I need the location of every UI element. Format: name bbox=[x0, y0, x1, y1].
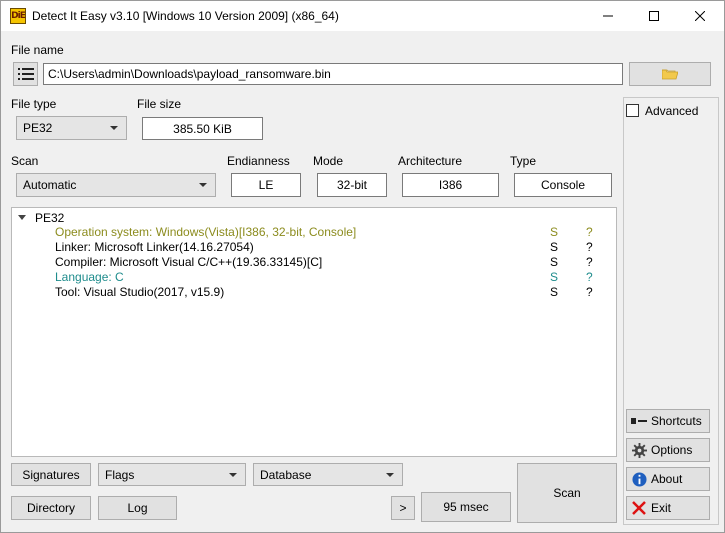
results-tree[interactable]: PE32 Operation system: Windows(Vista)[I3… bbox=[11, 207, 617, 457]
database-select[interactable]: Database bbox=[253, 463, 403, 486]
result-row[interactable]: Operation system: Windows(Vista)[I386, 3… bbox=[55, 225, 615, 240]
type-label: Type bbox=[510, 154, 537, 168]
list-menu-icon bbox=[17, 68, 34, 80]
chevron-down-icon bbox=[386, 472, 394, 477]
result-info-flag: ? bbox=[586, 240, 593, 254]
folder-icon bbox=[662, 69, 678, 80]
close-window-button[interactable] bbox=[677, 1, 723, 31]
shortcuts-icon bbox=[631, 413, 647, 429]
file-type-label: File type bbox=[11, 97, 57, 111]
advanced-label[interactable]: Advanced bbox=[645, 104, 698, 118]
log-button[interactable]: Log bbox=[98, 496, 177, 520]
architecture-label: Architecture bbox=[398, 154, 463, 168]
info-icon bbox=[631, 471, 647, 487]
result-row[interactable]: Linker: Microsoft Linker(14.16.27054) S … bbox=[55, 240, 615, 255]
result-row[interactable]: Compiler: Microsoft Visual C/C++(19.36.3… bbox=[55, 255, 615, 270]
about-button[interactable]: About bbox=[626, 467, 710, 491]
flags-value: Flags bbox=[105, 467, 135, 482]
result-signature-flag: S bbox=[550, 255, 559, 269]
chevron-down-icon bbox=[110, 126, 118, 130]
about-label: About bbox=[651, 472, 683, 486]
directory-button[interactable]: Directory bbox=[11, 496, 91, 520]
result-name: Language: C bbox=[55, 270, 124, 284]
shortcuts-label: Shortcuts bbox=[651, 414, 702, 428]
result-row[interactable]: Tool: Visual Studio(2017, v15.9) S ? bbox=[55, 285, 615, 300]
result-name: Tool: Visual Studio(2017, v15.9) bbox=[55, 285, 225, 299]
signatures-button[interactable]: Signatures bbox=[11, 463, 91, 486]
file-name-label: File name bbox=[11, 43, 64, 57]
minimize-icon bbox=[603, 15, 613, 17]
open-file-button[interactable] bbox=[629, 62, 711, 86]
minimize-button[interactable] bbox=[585, 1, 631, 31]
scan-label: Scan bbox=[11, 154, 39, 168]
database-value: Database bbox=[260, 467, 312, 482]
result-name: Compiler: Microsoft Visual C/C++(19.36.3… bbox=[55, 255, 323, 269]
tree-root[interactable]: PE32 bbox=[18, 210, 64, 225]
chevron-down-icon bbox=[199, 183, 207, 187]
file-size-field: 385.50 KiB bbox=[142, 117, 263, 140]
mode-label: Mode bbox=[313, 154, 344, 168]
endianness-field: LE bbox=[231, 173, 301, 197]
result-row[interactable]: Language: C S ? bbox=[55, 270, 615, 285]
result-info-flag: ? bbox=[586, 225, 593, 239]
expand-caret-icon[interactable] bbox=[18, 215, 26, 220]
endianness-label: Endianness bbox=[227, 154, 290, 168]
app-logo-icon: DiE bbox=[10, 8, 26, 24]
options-button[interactable]: Options bbox=[626, 438, 710, 462]
mode-field: 32-bit bbox=[317, 173, 387, 197]
close-icon bbox=[695, 11, 705, 21]
file-path-input[interactable]: C:\Users\admin\Downloads\payload_ransomw… bbox=[43, 63, 623, 85]
file-type-value: PE32 bbox=[23, 121, 53, 135]
scan-button[interactable]: Scan bbox=[517, 463, 617, 523]
title-bar[interactable]: DiE Detect It Easy v3.10 [Windows 10 Ver… bbox=[1, 1, 724, 31]
file-menu-button[interactable] bbox=[13, 62, 38, 86]
exit-x-icon bbox=[631, 500, 647, 516]
scan-mode-value: Automatic bbox=[23, 178, 77, 192]
file-type-select[interactable]: PE32 bbox=[16, 116, 127, 140]
tree-root-label: PE32 bbox=[35, 210, 65, 225]
chevron-down-icon bbox=[229, 472, 237, 477]
scan-mode-select[interactable]: Automatic bbox=[16, 173, 216, 197]
window-title: Detect It Easy v3.10 [Windows 10 Version… bbox=[32, 9, 339, 23]
advanced-checkbox[interactable] bbox=[626, 104, 639, 117]
result-name: Linker: Microsoft Linker(14.16.27054) bbox=[55, 240, 254, 254]
exit-label: Exit bbox=[651, 501, 672, 515]
result-info-flag: ? bbox=[586, 270, 593, 284]
architecture-field: I386 bbox=[402, 173, 499, 197]
type-field: Console bbox=[514, 173, 612, 197]
maximize-button[interactable] bbox=[631, 1, 677, 31]
gear-icon bbox=[631, 442, 647, 458]
exit-button[interactable]: Exit bbox=[626, 496, 710, 520]
file-size-label: File size bbox=[137, 97, 182, 111]
more-button[interactable]: > bbox=[391, 496, 415, 520]
result-signature-flag: S bbox=[550, 270, 559, 284]
result-signature-flag: S bbox=[550, 225, 559, 239]
result-signature-flag: S bbox=[550, 285, 559, 299]
result-info-flag: ? bbox=[586, 285, 593, 299]
shortcuts-button[interactable]: Shortcuts bbox=[626, 409, 710, 433]
result-signature-flag: S bbox=[550, 240, 559, 254]
options-label: Options bbox=[651, 443, 693, 457]
main-window: DiE Detect It Easy v3.10 [Windows 10 Ver… bbox=[0, 0, 725, 533]
result-name: Operation system: Windows(Vista)[I386, 3… bbox=[55, 225, 357, 239]
flags-select[interactable]: Flags bbox=[98, 463, 246, 486]
scan-time-field: 95 msec bbox=[421, 492, 511, 522]
result-info-flag: ? bbox=[586, 255, 593, 269]
maximize-icon bbox=[649, 11, 659, 21]
